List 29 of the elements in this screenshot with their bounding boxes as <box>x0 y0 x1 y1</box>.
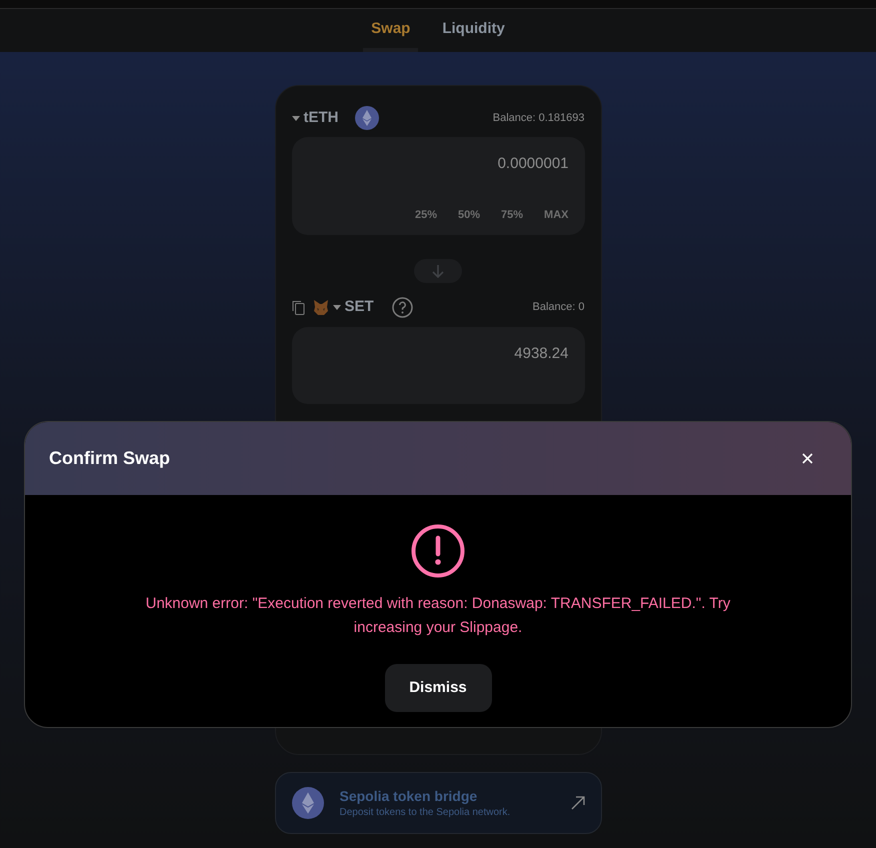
ethereum-icon <box>354 106 378 130</box>
external-link-icon <box>570 796 584 810</box>
ethereum-icon <box>292 787 324 819</box>
amount-field[interactable]: 4938.24 <box>292 327 584 404</box>
caret-icon <box>292 116 300 120</box>
close-icon <box>802 453 812 464</box>
amount-field[interactable]: 0.0000001 25% 50% 75% MAX <box>292 137 584 235</box>
dismiss-button[interactable]: Dismiss <box>384 664 492 712</box>
bridge-title: Sepolia token bridge <box>340 786 478 804</box>
balance-text: Balance: 0.181693 <box>492 110 584 126</box>
help-icon[interactable] <box>392 296 413 318</box>
error-message: Unknown error: "Execution reverted with reason: Donaswap: TRANSFER_FAILED.". Try increasing your Slippage. <box>144 594 732 638</box>
amount-value: 4938.24 <box>514 344 568 364</box>
tab[interactable]: Liquidity <box>434 14 513 52</box>
percent-button[interactable]: MAX <box>544 206 568 223</box>
warning-icon <box>411 524 465 578</box>
amount-value: 0.0000001 <box>498 154 568 174</box>
copy-icon[interactable] <box>292 300 304 314</box>
percent-button[interactable]: 75% <box>501 206 524 223</box>
balance-text: Balance: 0 <box>532 300 584 315</box>
bridge-subtitle: Deposit tokens to the Sepolia network. <box>340 806 510 820</box>
arrow-down-icon <box>432 264 444 278</box>
percent-button[interactable]: 25% <box>414 206 437 223</box>
modal-title: Confirm Swap <box>49 447 170 470</box>
token-symbol[interactable]: tETH <box>304 106 338 130</box>
percent-button[interactable]: 50% <box>458 206 480 223</box>
fox-icon <box>312 300 328 314</box>
caret-icon <box>332 304 340 310</box>
token-symbol[interactable]: SET <box>344 296 374 318</box>
